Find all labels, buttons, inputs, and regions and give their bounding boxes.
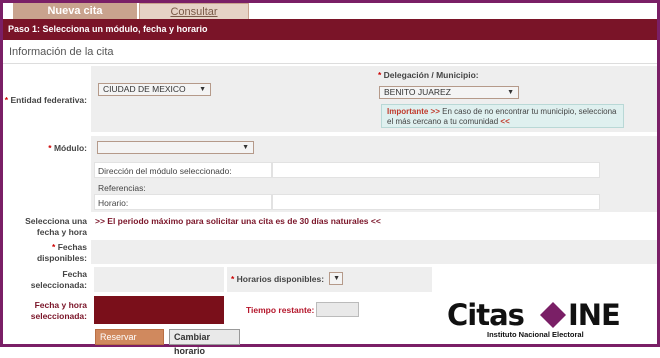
logo-subtitle: Instituto Nacional Electoral bbox=[487, 330, 584, 339]
fecha-hora-seleccionada-label: Fecha y hora seleccionada: bbox=[30, 300, 87, 321]
chevron-down-icon: ▼ bbox=[242, 144, 249, 151]
fecha-hora-label: Selecciona una fecha y hora bbox=[25, 216, 87, 237]
fechas-band bbox=[91, 240, 657, 264]
horarios-select[interactable]: ▼ bbox=[329, 272, 343, 285]
divider bbox=[3, 63, 657, 64]
citas-ine-logo: Citas INE Instituto Nacional Electoral bbox=[447, 300, 639, 342]
tab-nueva-cita[interactable]: Nueva cita bbox=[13, 3, 137, 19]
logo-text-citas: Citas bbox=[447, 298, 525, 332]
horarios-label: * Horarios disponibles: bbox=[231, 274, 325, 284]
fecha-seleccionada-field bbox=[94, 267, 224, 292]
tiempo-restante-display bbox=[316, 302, 359, 317]
horario-value-cell bbox=[272, 194, 600, 210]
fecha-hora-seleccionada-display bbox=[94, 296, 224, 324]
tab-consultar[interactable]: Consultar bbox=[139, 3, 249, 19]
modulo-label: * Módulo: bbox=[48, 143, 87, 153]
period-note: >> El periodo máximo para solicitar una … bbox=[95, 216, 381, 226]
step-title-bar: Paso 1: Selecciona un módulo, fecha y ho… bbox=[3, 19, 657, 40]
cambiar-horario-button[interactable]: Cambiar horario bbox=[169, 329, 240, 356]
diamond-icon bbox=[540, 302, 566, 328]
chevron-down-icon: ▼ bbox=[333, 275, 340, 282]
delegacion-label: * Delegación / Municipio: bbox=[378, 70, 479, 80]
chevron-down-icon: ▼ bbox=[199, 86, 206, 93]
modulo-select[interactable]: ▼ bbox=[97, 141, 254, 154]
direccion-value-cell bbox=[272, 162, 600, 178]
delegacion-select[interactable]: BENITO JUAREZ ▼ bbox=[379, 86, 519, 99]
direccion-label: Dirección del módulo seleccionado: bbox=[98, 166, 232, 176]
reservar-horario-button[interactable]: Reservar horario bbox=[95, 329, 164, 356]
tiempo-restante-label: Tiempo restante: bbox=[246, 305, 315, 315]
referencias-label: Referencias: bbox=[98, 183, 146, 193]
entidad-select[interactable]: CIUDAD DE MEXICO ▼ bbox=[98, 83, 211, 96]
tab-bar: Nueva cita Consultar bbox=[3, 3, 657, 19]
important-note: Importante >> En caso de no encontrar tu… bbox=[381, 104, 624, 128]
fecha-seleccionada-label: Fecha seleccionada: bbox=[30, 269, 87, 290]
note-important-label: Importante >> bbox=[387, 107, 440, 116]
fechas-disponibles-label: * Fechas disponibles: bbox=[36, 242, 87, 263]
note-end: << bbox=[500, 117, 510, 126]
section-title: Información de la cita bbox=[9, 46, 114, 58]
app-frame: Nueva cita Consultar Paso 1: Selecciona … bbox=[0, 0, 660, 356]
entidad-label: * Entidad federativa: bbox=[4, 95, 87, 105]
chevron-down-icon: ▼ bbox=[507, 89, 514, 96]
logo-text-ine: INE bbox=[568, 298, 621, 332]
horario-label: Horario: bbox=[98, 198, 129, 208]
